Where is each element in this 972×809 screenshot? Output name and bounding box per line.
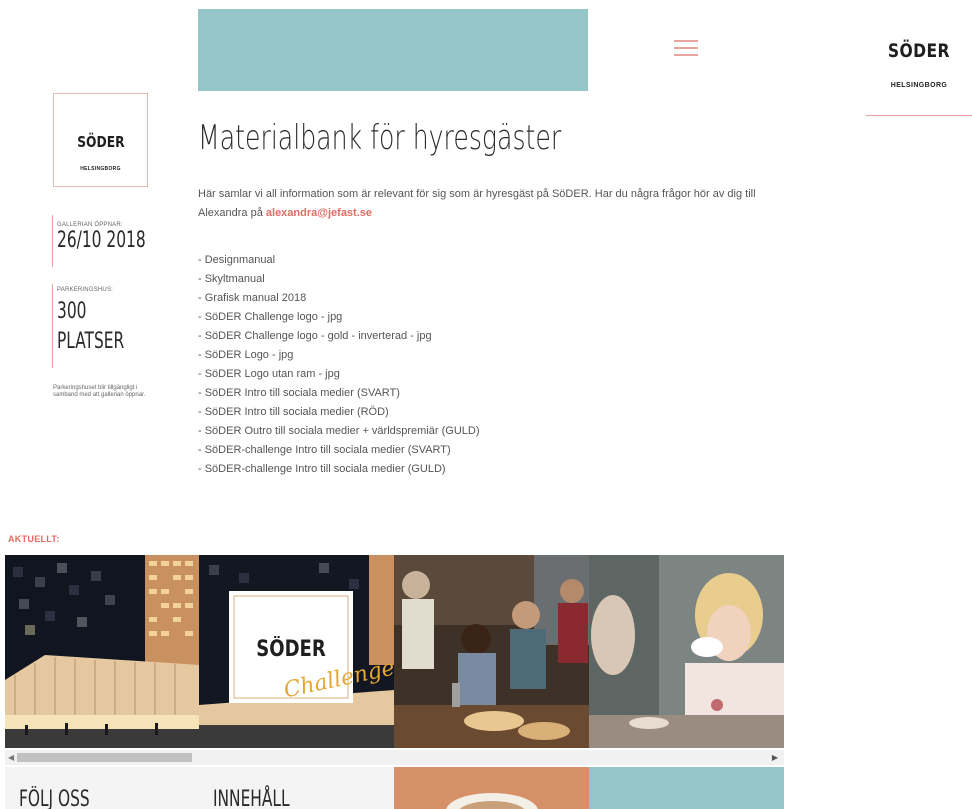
sidebar-logo-name: SÖDER bbox=[76, 133, 125, 151]
file-link[interactable]: - SöDER-challenge Intro till sociala med… bbox=[198, 441, 480, 460]
scrollbar-thumb[interactable] bbox=[17, 753, 192, 762]
news-card-building[interactable] bbox=[5, 555, 200, 748]
footer-follow-section: FÖLJ OSS bbox=[5, 767, 200, 809]
news-carousel[interactable]: SÖDER Challenge bbox=[5, 555, 784, 748]
logo-city: HELSINGBORG bbox=[890, 82, 948, 89]
news-card-restaurant[interactable] bbox=[394, 555, 589, 748]
file-link[interactable]: - SöDER Logo - jpg bbox=[198, 346, 480, 365]
building-image bbox=[5, 555, 200, 748]
header-logo[interactable]: SÖDER HELSINGBORG bbox=[866, 40, 972, 116]
parking-unit: PLATSER bbox=[57, 329, 125, 354]
menu-icon[interactable] bbox=[674, 40, 698, 58]
restaurant-image bbox=[394, 555, 589, 748]
parking-count: 300 bbox=[57, 299, 87, 324]
footer-content-heading: INNEHÅLL bbox=[213, 787, 290, 809]
carousel-scrollbar[interactable]: ◀ ▶ bbox=[5, 750, 784, 765]
file-link[interactable]: - SöDER-challenge Intro till sociala med… bbox=[198, 460, 480, 479]
parking-note: Parkeringshuset blir tillgängligt i samb… bbox=[53, 385, 146, 398]
cafe-image bbox=[589, 555, 784, 748]
contact-email-link[interactable]: alexandra@jefast.se bbox=[266, 207, 372, 219]
file-link[interactable]: - Grafisk manual 2018 bbox=[198, 289, 480, 308]
sidebar-logo-city: HELSINGBORG bbox=[80, 166, 121, 172]
sidebar-logo[interactable]: SÖDER HELSINGBORG bbox=[53, 93, 148, 187]
opening-date: 26/10 2018 bbox=[57, 228, 146, 253]
scroll-left-icon[interactable]: ◀ bbox=[8, 753, 14, 762]
scroll-right-icon[interactable]: ▶ bbox=[772, 753, 778, 762]
challenge-title: SÖDER bbox=[256, 637, 326, 662]
footer-coffee-image bbox=[394, 767, 589, 809]
file-list: - Designmanual - Skyltmanual - Grafisk m… bbox=[198, 251, 480, 479]
file-link[interactable]: - SöDER Challenge logo - gold - inverter… bbox=[198, 327, 480, 346]
intro-text: Här samlar vi all information som är rel… bbox=[198, 185, 758, 223]
news-card-cafe[interactable] bbox=[589, 555, 784, 748]
page-title: Materialbank för hyresgäster bbox=[198, 118, 562, 158]
parking-info: PARKERINGSHUS: 300 PLATSER bbox=[52, 284, 143, 368]
file-link[interactable]: - SöDER Intro till sociala medier (RÖD) bbox=[198, 403, 480, 422]
parking-label: PARKERINGSHUS: bbox=[57, 287, 114, 293]
news-heading: AKTUELLT: bbox=[8, 534, 60, 544]
hero-banner bbox=[198, 9, 588, 91]
logo-name: SÖDER bbox=[887, 40, 951, 62]
news-card-challenge[interactable]: SÖDER Challenge bbox=[199, 555, 394, 748]
file-link[interactable]: - SöDER Intro till sociala medier (SVART… bbox=[198, 384, 480, 403]
coffee-image bbox=[394, 767, 589, 809]
file-link[interactable]: - SöDER Outro till sociala medier + värl… bbox=[198, 422, 480, 441]
file-link[interactable]: - SöDER Challenge logo - jpg bbox=[198, 308, 480, 327]
footer-content-section: INNEHÅLL bbox=[199, 767, 394, 809]
file-link[interactable]: - Skyltmanual bbox=[198, 270, 480, 289]
file-link[interactable]: - SöDER Logo utan ram - jpg bbox=[198, 365, 480, 384]
footer-teal-block bbox=[589, 767, 784, 809]
logo-underline bbox=[866, 115, 972, 116]
file-link[interactable]: - Designmanual bbox=[198, 251, 480, 270]
opening-info: GALLERIAN ÖPPNAR: 26/10 2018 bbox=[52, 215, 171, 267]
footer-follow-heading: FÖLJ OSS bbox=[19, 787, 90, 809]
